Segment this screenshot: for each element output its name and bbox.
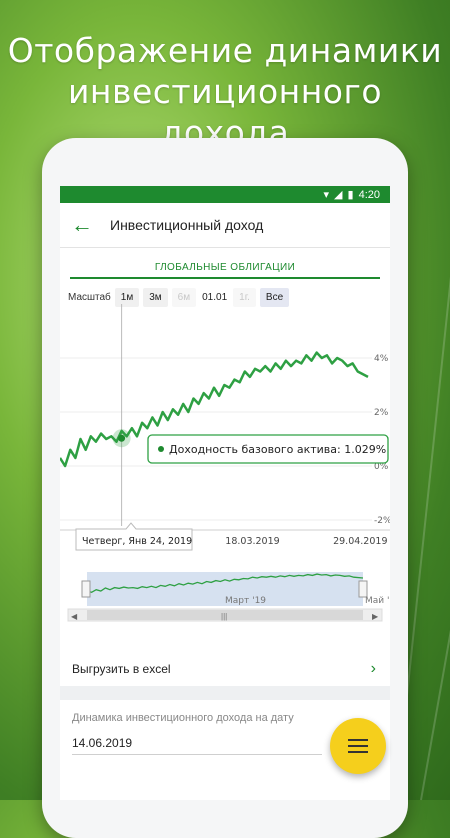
tooltip-text: Доходность базового актива: 1.029% bbox=[169, 443, 386, 456]
menu-icon bbox=[348, 745, 368, 747]
navigator-label: Март '19 bbox=[225, 596, 266, 606]
signal-icon: ◢ bbox=[334, 189, 343, 201]
status-bar: ▾ ◢ ▮ 4:20 bbox=[60, 186, 390, 203]
app-bar: ← Инвестиционный доход bbox=[60, 203, 390, 248]
y-tick-label: 4% bbox=[374, 354, 389, 364]
menu-icon bbox=[348, 751, 368, 753]
export-excel-label: Выгрузить в excel bbox=[72, 662, 171, 676]
date-tooltip-text: Четверг, Янв 24, 2019 bbox=[82, 536, 192, 547]
wifi-icon: ▾ bbox=[323, 189, 330, 201]
scroll-grip-icon: ||| bbox=[221, 612, 227, 621]
section-divider bbox=[60, 686, 390, 700]
menu-icon bbox=[348, 739, 368, 741]
date-tooltip: Четверг, Янв 24, 2019 bbox=[75, 522, 193, 551]
battery-icon: ▮ bbox=[347, 189, 354, 201]
chevron-right-icon: › bbox=[370, 660, 376, 677]
status-time: 4:20 bbox=[358, 188, 380, 201]
y-tick-label: -2% bbox=[374, 516, 390, 526]
app-screen: ▾ ◢ ▮ 4:20 ← Инвестиционный доход ГЛОБАЛ… bbox=[60, 186, 390, 800]
x-axis: 18.03.2019 29.04.2019 bbox=[225, 536, 387, 547]
y-tick-label: 2% bbox=[374, 408, 389, 418]
date-field[interactable]: 14.06.2019 bbox=[72, 736, 132, 750]
navigator-left-handle[interactable] bbox=[81, 580, 91, 598]
promo-headline: Отображение динамики инвестиционного дох… bbox=[0, 30, 450, 153]
tab-global-bonds-label: ГЛОБАЛЬНЫЕ ОБЛИГАЦИИ bbox=[154, 262, 296, 273]
date-field-underline bbox=[72, 754, 322, 755]
scale-label: Масштаб bbox=[68, 292, 111, 303]
hover-point bbox=[118, 434, 126, 442]
promo-headline-line1: Отображение динамики bbox=[7, 31, 443, 70]
background-grass bbox=[420, 287, 450, 801]
navigator-right-handle[interactable] bbox=[358, 580, 368, 598]
yield-chart[interactable]: 4%2%0%-2% 18.03.2019 29.04.2019 Доходност… bbox=[60, 304, 390, 574]
back-arrow-icon[interactable]: ← bbox=[60, 212, 104, 238]
scroll-left-icon[interactable]: ◀ bbox=[71, 612, 78, 621]
menu-fab-button[interactable] bbox=[330, 718, 386, 774]
page-title: Инвестиционный доход bbox=[110, 217, 264, 233]
tab-global-bonds[interactable]: ГЛОБАЛЬНЫЕ ОБЛИГАЦИИ bbox=[70, 262, 380, 279]
x-tick-label: 18.03.2019 bbox=[225, 536, 279, 547]
date-section-label: Динамика инвестиционного дохода на дату bbox=[72, 712, 294, 724]
tooltip: Доходность базового актива: 1.029% bbox=[147, 434, 389, 464]
export-excel-row[interactable]: Выгрузить в excel › bbox=[60, 649, 390, 689]
tooltip-marker bbox=[158, 446, 164, 452]
x-tick-label: 29.04.2019 bbox=[333, 536, 387, 547]
range-navigator[interactable]: Март '19 Май '1 ◀ ▶ ||| bbox=[60, 571, 390, 631]
scroll-right-icon[interactable]: ▶ bbox=[372, 612, 379, 621]
navigator-label-right: Май '1 bbox=[365, 596, 390, 606]
